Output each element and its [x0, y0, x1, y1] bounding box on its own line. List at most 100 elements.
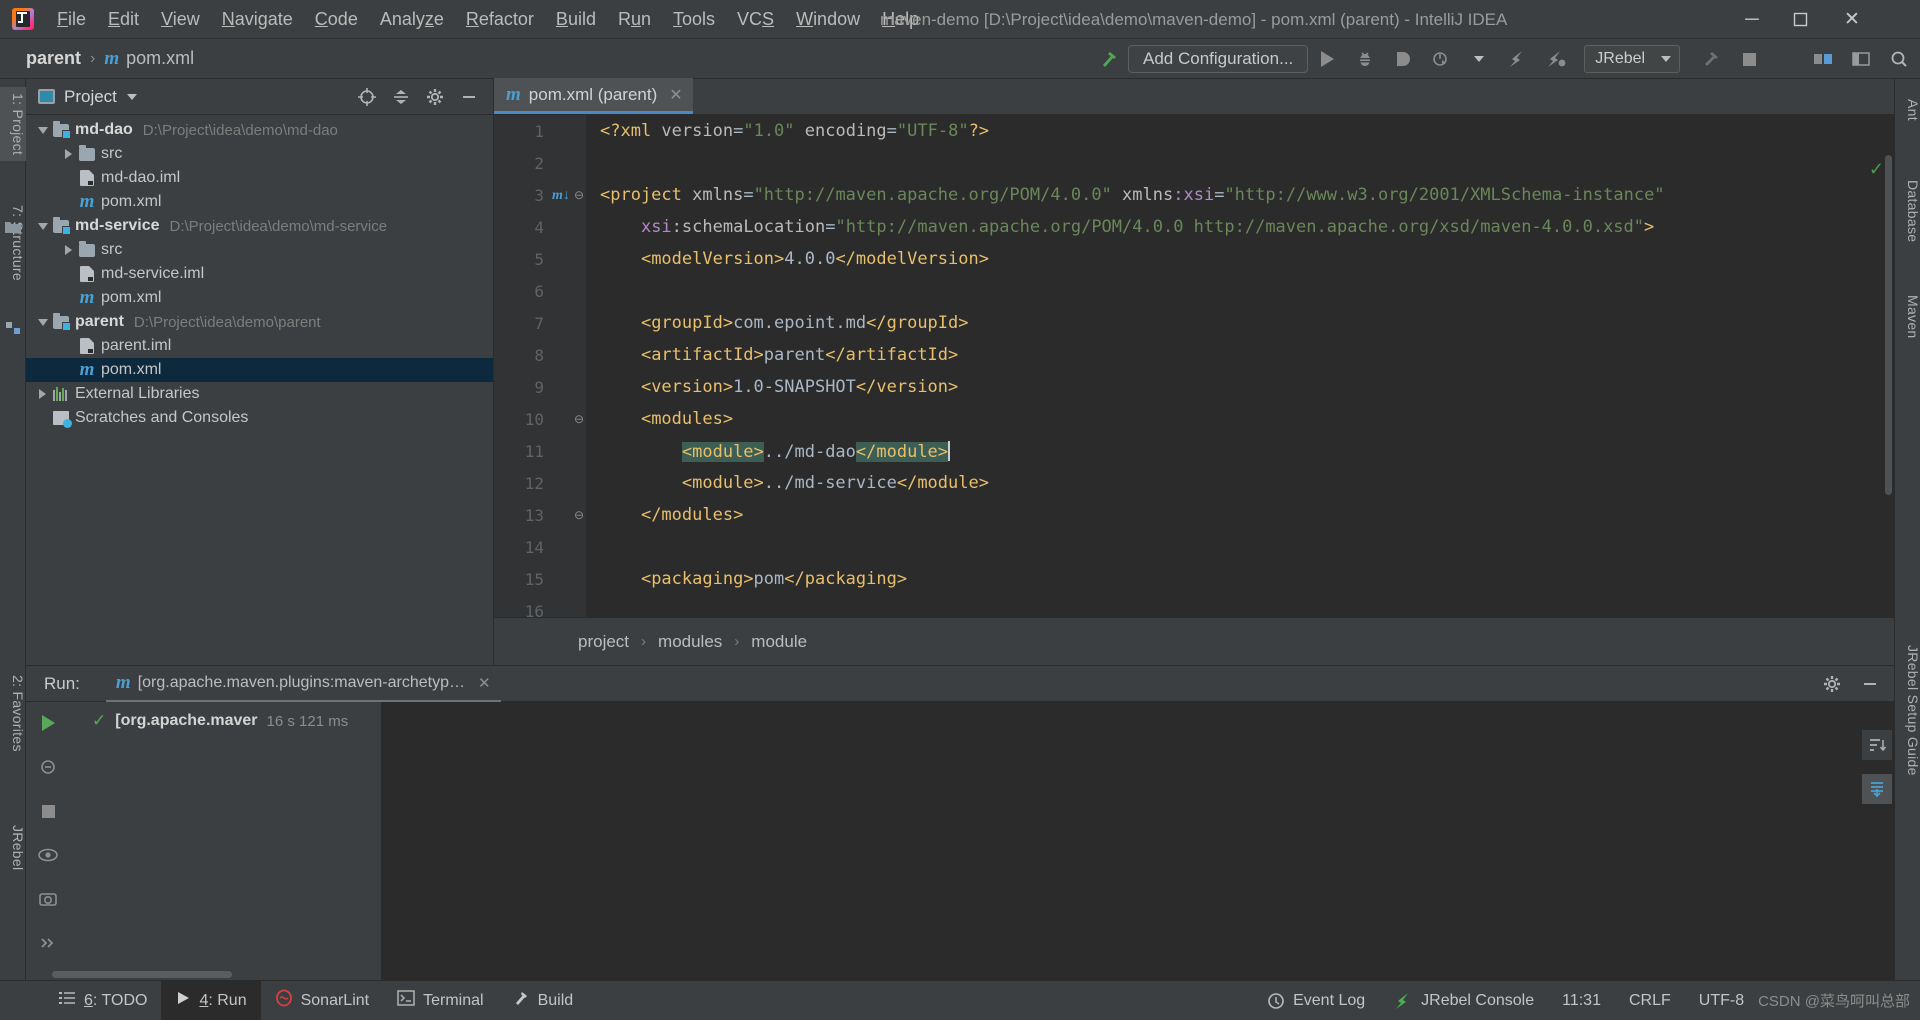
debug-button[interactable] — [1346, 42, 1384, 76]
jrebel-selector[interactable]: JRebel — [1584, 45, 1681, 73]
code-text[interactable]: xsi:schemaLocation="http://maven.apache.… — [586, 217, 1654, 237]
code-line[interactable]: 11 <module>../md-dao</module> — [494, 435, 1894, 467]
line-separator[interactable]: CRLF — [1615, 981, 1685, 1020]
close-button[interactable]: ✕ — [1828, 0, 1876, 39]
tree-item-md-service[interactable]: md-service D:\Project\idea\demo\md-servic… — [26, 214, 493, 238]
sidebar-item-database[interactable]: Database — [1895, 174, 1920, 248]
stop-button[interactable] — [37, 800, 59, 822]
maximize-button[interactable] — [1776, 0, 1824, 39]
tree-item-pom-xml[interactable]: m pom.xml — [26, 286, 493, 310]
chevron-right-icon[interactable] — [65, 245, 72, 255]
code-line[interactable]: 14 — [494, 531, 1894, 563]
run-tab[interactable]: m [org.apache.maven.plugins:maven-archet… — [105, 666, 501, 702]
code-line[interactable]: 13 ⊖ </modules> — [494, 499, 1894, 531]
status-bar-6-todo[interactable]: 6: TODO — [44, 981, 161, 1020]
menu-item-refactor[interactable]: Refactor — [455, 0, 545, 39]
code-text[interactable]: <module>../md-dao</module> — [586, 440, 951, 462]
gutter-marker[interactable]: m↓ — [550, 186, 572, 204]
sidebar-item-structure[interactable]: 7: Structure — [0, 199, 26, 287]
editor-scrollbar[interactable] — [1885, 155, 1892, 495]
more-button[interactable] — [37, 932, 59, 954]
build-project-button[interactable] — [1692, 42, 1730, 76]
breadcrumb-file[interactable]: pom.xml — [126, 48, 194, 69]
navigation-breadcrumb[interactable]: parent › m pom.xml — [26, 48, 194, 70]
tree-expander[interactable] — [34, 318, 51, 326]
toggle-tasks-button[interactable] — [37, 756, 59, 778]
menu-item-build[interactable]: Build — [545, 0, 607, 39]
show-passed-button[interactable] — [37, 844, 59, 866]
fold-marker[interactable]: ⊖ — [572, 188, 586, 202]
updates-button[interactable] — [1804, 42, 1842, 76]
search-everywhere-button[interactable] — [1880, 42, 1918, 76]
code-line[interactable]: 7 <groupId>com.epoint.md</groupId> — [494, 307, 1894, 339]
chevron-down-icon[interactable] — [37, 126, 48, 134]
status-bar-sonarlint[interactable]: SonarLint — [261, 981, 384, 1020]
menu-item-edit[interactable]: Edit — [97, 0, 150, 39]
rerun-button[interactable] — [37, 712, 59, 734]
code-text[interactable]: <packaging>pom</packaging> — [586, 569, 907, 589]
scroll-to-end-button[interactable] — [1862, 774, 1892, 804]
run-button[interactable] — [1308, 42, 1346, 76]
code-editor[interactable]: 1 <?xml version="1.0" encoding="UTF-8"?> 2… — [494, 115, 1894, 617]
tree-item-parent-iml[interactable]: parent.iml — [26, 334, 493, 358]
sort-button[interactable] — [1862, 730, 1892, 760]
chevron-right-icon[interactable] — [39, 389, 46, 399]
fold-marker[interactable]: ⊖ — [572, 508, 586, 522]
stop-button[interactable] — [1730, 42, 1768, 76]
code-line[interactable]: 3 m↓ ⊖ <project xmlns="http://maven.apache.… — [494, 179, 1894, 211]
code-line[interactable]: 12 <module>../md-service</module> — [494, 467, 1894, 499]
run-console-output[interactable] — [382, 702, 1894, 980]
code-text[interactable]: <version>1.0-SNAPSHOT</version> — [586, 377, 958, 397]
select-opened-file-button[interactable] — [357, 87, 377, 107]
sidebar-item-ant[interactable]: Ant — [1895, 93, 1920, 127]
code-text[interactable]: </modules> — [586, 505, 743, 525]
menu-item-file[interactable]: File — [46, 0, 97, 39]
tree-item-md-service-iml[interactable]: md-service.iml — [26, 262, 493, 286]
add-configuration-button[interactable]: Add Configuration... — [1128, 45, 1309, 73]
run-result-row[interactable]: ✓ [org.apache.maver 16 s 121 ms — [70, 708, 381, 734]
code-text[interactable]: <?xml version="1.0" encoding="UTF-8"?> — [586, 121, 989, 141]
tree-item-md-dao-iml[interactable]: md-dao.iml — [26, 166, 493, 190]
tree-expander[interactable] — [60, 149, 77, 159]
sidebar-item-jrebel[interactable]: JRebel — [0, 819, 26, 876]
settings-button[interactable] — [425, 87, 445, 107]
tree-item-src[interactable]: src — [26, 142, 493, 166]
code-text[interactable]: <modules> — [586, 409, 733, 429]
tree-item-pom-xml[interactable]: m pom.xml — [26, 358, 493, 382]
event-log-button[interactable]: Event Log — [1253, 981, 1379, 1020]
code-text[interactable]: <module>../md-service</module> — [586, 473, 989, 493]
code-line[interactable]: 1 <?xml version="1.0" encoding="UTF-8"?> — [494, 115, 1894, 147]
code-line[interactable]: 2 — [494, 147, 1894, 179]
jrebel-debug-button[interactable] — [1536, 42, 1574, 76]
horizontal-scrollbar[interactable] — [52, 971, 232, 978]
jrebel-console-button[interactable]: JRebel Console — [1379, 981, 1548, 1020]
menu-item-tools[interactable]: Tools — [662, 0, 726, 39]
status-bar-4-run[interactable]: 4: Run — [161, 980, 261, 1020]
tree-item-parent[interactable]: parent D:\Project\idea\demo\parent — [26, 310, 493, 334]
project-tree[interactable]: md-dao D:\Project\idea\demo\md-dao src md-d… — [26, 115, 493, 665]
close-icon[interactable]: ✕ — [669, 85, 682, 105]
editor-tab-pom-xml[interactable]: m pom.xml (parent) ✕ — [494, 78, 693, 114]
menu-item-window[interactable]: Window — [785, 0, 871, 39]
menu-item-view[interactable]: View — [150, 0, 211, 39]
menu-item-vcs[interactable]: VCS — [726, 0, 785, 39]
layout-button[interactable] — [1842, 42, 1880, 76]
tree-item-scratches-and-consoles[interactable]: Scratches and Consoles — [26, 406, 493, 430]
close-icon[interactable]: ✕ — [478, 674, 491, 692]
sidebar-item-project[interactable]: 1: Project — [0, 87, 26, 162]
code-line[interactable]: 4 xsi:schemaLocation="http://maven.apach… — [494, 211, 1894, 243]
profile-dropdown-button[interactable] — [1460, 42, 1498, 76]
code-text[interactable]: <artifactId>parent</artifactId> — [586, 345, 958, 365]
collapse-all-button[interactable] — [391, 87, 411, 107]
jrebel-run-button[interactable] — [1498, 42, 1536, 76]
profile-button[interactable] — [1422, 42, 1460, 76]
tree-item-pom-xml[interactable]: m pom.xml — [26, 190, 493, 214]
code-text[interactable]: <modelVersion>4.0.0</modelVersion> — [586, 249, 989, 269]
editor-breadcrumbs[interactable]: project › modules › module — [494, 617, 1894, 665]
tree-expander[interactable] — [34, 126, 51, 134]
run-settings-button[interactable] — [1822, 674, 1842, 694]
menu-item-navigate[interactable]: Navigate — [211, 0, 304, 39]
code-text[interactable]: <groupId>com.epoint.md</groupId> — [586, 313, 969, 333]
run-hide-button[interactable] — [1860, 674, 1880, 694]
tree-item-src[interactable]: src — [26, 238, 493, 262]
